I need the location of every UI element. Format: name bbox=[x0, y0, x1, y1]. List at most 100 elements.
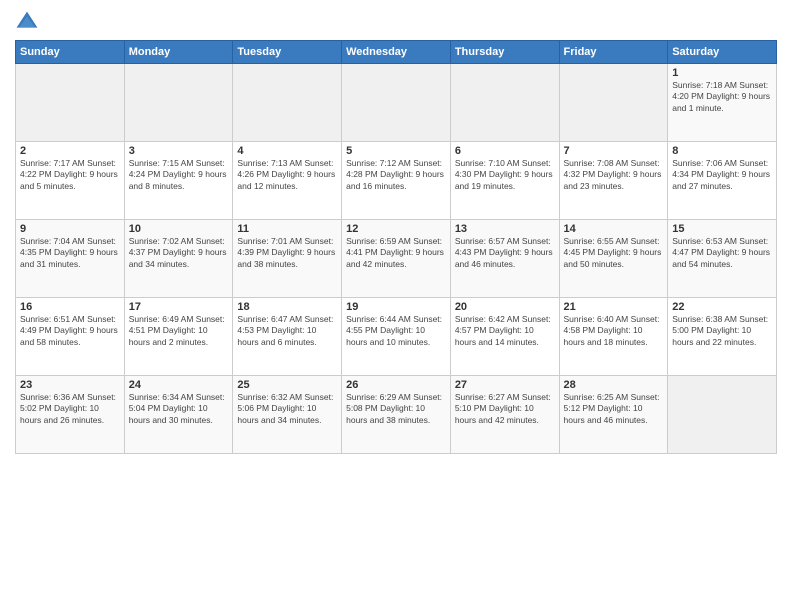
header bbox=[15, 10, 777, 34]
calendar-cell bbox=[668, 376, 777, 454]
day-number: 15 bbox=[672, 223, 772, 235]
logo-icon bbox=[15, 10, 39, 34]
calendar-week-2: 9Sunrise: 7:04 AM Sunset: 4:35 PM Daylig… bbox=[16, 220, 777, 298]
header-day-thursday: Thursday bbox=[450, 41, 559, 64]
day-number: 7 bbox=[564, 145, 664, 157]
day-number: 12 bbox=[346, 223, 446, 235]
day-number: 17 bbox=[129, 301, 229, 313]
day-info: Sunrise: 7:12 AM Sunset: 4:28 PM Dayligh… bbox=[346, 158, 446, 192]
calendar-cell: 14Sunrise: 6:55 AM Sunset: 4:45 PM Dayli… bbox=[559, 220, 668, 298]
day-info: Sunrise: 6:25 AM Sunset: 5:12 PM Dayligh… bbox=[564, 392, 664, 426]
calendar-cell: 13Sunrise: 6:57 AM Sunset: 4:43 PM Dayli… bbox=[450, 220, 559, 298]
calendar-cell: 18Sunrise: 6:47 AM Sunset: 4:53 PM Dayli… bbox=[233, 298, 342, 376]
day-number: 3 bbox=[129, 145, 229, 157]
day-number: 26 bbox=[346, 379, 446, 391]
calendar-cell bbox=[450, 64, 559, 142]
calendar-cell: 4Sunrise: 7:13 AM Sunset: 4:26 PM Daylig… bbox=[233, 142, 342, 220]
header-day-friday: Friday bbox=[559, 41, 668, 64]
day-info: Sunrise: 7:13 AM Sunset: 4:26 PM Dayligh… bbox=[237, 158, 337, 192]
calendar-cell: 1Sunrise: 7:18 AM Sunset: 4:20 PM Daylig… bbox=[668, 64, 777, 142]
day-info: Sunrise: 7:01 AM Sunset: 4:39 PM Dayligh… bbox=[237, 236, 337, 270]
calendar-cell: 12Sunrise: 6:59 AM Sunset: 4:41 PM Dayli… bbox=[342, 220, 451, 298]
calendar-week-1: 2Sunrise: 7:17 AM Sunset: 4:22 PM Daylig… bbox=[16, 142, 777, 220]
calendar-cell: 22Sunrise: 6:38 AM Sunset: 5:00 PM Dayli… bbox=[668, 298, 777, 376]
calendar-week-3: 16Sunrise: 6:51 AM Sunset: 4:49 PM Dayli… bbox=[16, 298, 777, 376]
day-info: Sunrise: 7:02 AM Sunset: 4:37 PM Dayligh… bbox=[129, 236, 229, 270]
day-info: Sunrise: 7:17 AM Sunset: 4:22 PM Dayligh… bbox=[20, 158, 120, 192]
day-info: Sunrise: 7:10 AM Sunset: 4:30 PM Dayligh… bbox=[455, 158, 555, 192]
calendar-cell: 19Sunrise: 6:44 AM Sunset: 4:55 PM Dayli… bbox=[342, 298, 451, 376]
calendar-week-0: 1Sunrise: 7:18 AM Sunset: 4:20 PM Daylig… bbox=[16, 64, 777, 142]
day-number: 19 bbox=[346, 301, 446, 313]
day-number: 28 bbox=[564, 379, 664, 391]
calendar-cell: 27Sunrise: 6:27 AM Sunset: 5:10 PM Dayli… bbox=[450, 376, 559, 454]
day-number: 6 bbox=[455, 145, 555, 157]
header-day-wednesday: Wednesday bbox=[342, 41, 451, 64]
calendar-cell bbox=[342, 64, 451, 142]
header-day-tuesday: Tuesday bbox=[233, 41, 342, 64]
day-number: 23 bbox=[20, 379, 120, 391]
day-number: 24 bbox=[129, 379, 229, 391]
header-day-sunday: Sunday bbox=[16, 41, 125, 64]
day-number: 16 bbox=[20, 301, 120, 313]
calendar-cell: 7Sunrise: 7:08 AM Sunset: 4:32 PM Daylig… bbox=[559, 142, 668, 220]
calendar-cell bbox=[233, 64, 342, 142]
calendar-cell: 20Sunrise: 6:42 AM Sunset: 4:57 PM Dayli… bbox=[450, 298, 559, 376]
day-number: 21 bbox=[564, 301, 664, 313]
day-info: Sunrise: 6:59 AM Sunset: 4:41 PM Dayligh… bbox=[346, 236, 446, 270]
calendar-header-row: SundayMondayTuesdayWednesdayThursdayFrid… bbox=[16, 41, 777, 64]
calendar-cell: 5Sunrise: 7:12 AM Sunset: 4:28 PM Daylig… bbox=[342, 142, 451, 220]
day-number: 2 bbox=[20, 145, 120, 157]
day-info: Sunrise: 7:04 AM Sunset: 4:35 PM Dayligh… bbox=[20, 236, 120, 270]
calendar-cell: 28Sunrise: 6:25 AM Sunset: 5:12 PM Dayli… bbox=[559, 376, 668, 454]
calendar-cell: 15Sunrise: 6:53 AM Sunset: 4:47 PM Dayli… bbox=[668, 220, 777, 298]
day-number: 11 bbox=[237, 223, 337, 235]
logo bbox=[15, 10, 43, 34]
day-number: 27 bbox=[455, 379, 555, 391]
day-number: 1 bbox=[672, 67, 772, 79]
day-info: Sunrise: 6:34 AM Sunset: 5:04 PM Dayligh… bbox=[129, 392, 229, 426]
day-number: 22 bbox=[672, 301, 772, 313]
day-info: Sunrise: 6:49 AM Sunset: 4:51 PM Dayligh… bbox=[129, 314, 229, 348]
calendar-cell bbox=[16, 64, 125, 142]
day-info: Sunrise: 6:55 AM Sunset: 4:45 PM Dayligh… bbox=[564, 236, 664, 270]
day-info: Sunrise: 7:18 AM Sunset: 4:20 PM Dayligh… bbox=[672, 80, 772, 114]
day-info: Sunrise: 6:57 AM Sunset: 4:43 PM Dayligh… bbox=[455, 236, 555, 270]
day-info: Sunrise: 6:47 AM Sunset: 4:53 PM Dayligh… bbox=[237, 314, 337, 348]
calendar-table: SundayMondayTuesdayWednesdayThursdayFrid… bbox=[15, 40, 777, 454]
day-info: Sunrise: 7:08 AM Sunset: 4:32 PM Dayligh… bbox=[564, 158, 664, 192]
calendar-cell: 3Sunrise: 7:15 AM Sunset: 4:24 PM Daylig… bbox=[124, 142, 233, 220]
calendar-cell: 21Sunrise: 6:40 AM Sunset: 4:58 PM Dayli… bbox=[559, 298, 668, 376]
day-info: Sunrise: 6:27 AM Sunset: 5:10 PM Dayligh… bbox=[455, 392, 555, 426]
calendar-cell: 17Sunrise: 6:49 AM Sunset: 4:51 PM Dayli… bbox=[124, 298, 233, 376]
day-number: 20 bbox=[455, 301, 555, 313]
day-number: 5 bbox=[346, 145, 446, 157]
day-info: Sunrise: 6:32 AM Sunset: 5:06 PM Dayligh… bbox=[237, 392, 337, 426]
calendar-cell: 23Sunrise: 6:36 AM Sunset: 5:02 PM Dayli… bbox=[16, 376, 125, 454]
day-number: 8 bbox=[672, 145, 772, 157]
day-info: Sunrise: 6:36 AM Sunset: 5:02 PM Dayligh… bbox=[20, 392, 120, 426]
day-number: 4 bbox=[237, 145, 337, 157]
day-number: 25 bbox=[237, 379, 337, 391]
day-info: Sunrise: 7:06 AM Sunset: 4:34 PM Dayligh… bbox=[672, 158, 772, 192]
day-number: 14 bbox=[564, 223, 664, 235]
header-day-saturday: Saturday bbox=[668, 41, 777, 64]
calendar-cell: 6Sunrise: 7:10 AM Sunset: 4:30 PM Daylig… bbox=[450, 142, 559, 220]
day-number: 9 bbox=[20, 223, 120, 235]
day-info: Sunrise: 6:38 AM Sunset: 5:00 PM Dayligh… bbox=[672, 314, 772, 348]
day-info: Sunrise: 6:29 AM Sunset: 5:08 PM Dayligh… bbox=[346, 392, 446, 426]
calendar-cell: 11Sunrise: 7:01 AM Sunset: 4:39 PM Dayli… bbox=[233, 220, 342, 298]
day-info: Sunrise: 6:40 AM Sunset: 4:58 PM Dayligh… bbox=[564, 314, 664, 348]
day-number: 13 bbox=[455, 223, 555, 235]
page-container: SundayMondayTuesdayWednesdayThursdayFrid… bbox=[0, 0, 792, 464]
calendar-cell: 10Sunrise: 7:02 AM Sunset: 4:37 PM Dayli… bbox=[124, 220, 233, 298]
day-info: Sunrise: 6:53 AM Sunset: 4:47 PM Dayligh… bbox=[672, 236, 772, 270]
calendar-cell: 9Sunrise: 7:04 AM Sunset: 4:35 PM Daylig… bbox=[16, 220, 125, 298]
day-info: Sunrise: 6:42 AM Sunset: 4:57 PM Dayligh… bbox=[455, 314, 555, 348]
calendar-cell: 8Sunrise: 7:06 AM Sunset: 4:34 PM Daylig… bbox=[668, 142, 777, 220]
calendar-cell: 24Sunrise: 6:34 AM Sunset: 5:04 PM Dayli… bbox=[124, 376, 233, 454]
calendar-cell: 25Sunrise: 6:32 AM Sunset: 5:06 PM Dayli… bbox=[233, 376, 342, 454]
header-day-monday: Monday bbox=[124, 41, 233, 64]
calendar-cell bbox=[559, 64, 668, 142]
day-number: 10 bbox=[129, 223, 229, 235]
